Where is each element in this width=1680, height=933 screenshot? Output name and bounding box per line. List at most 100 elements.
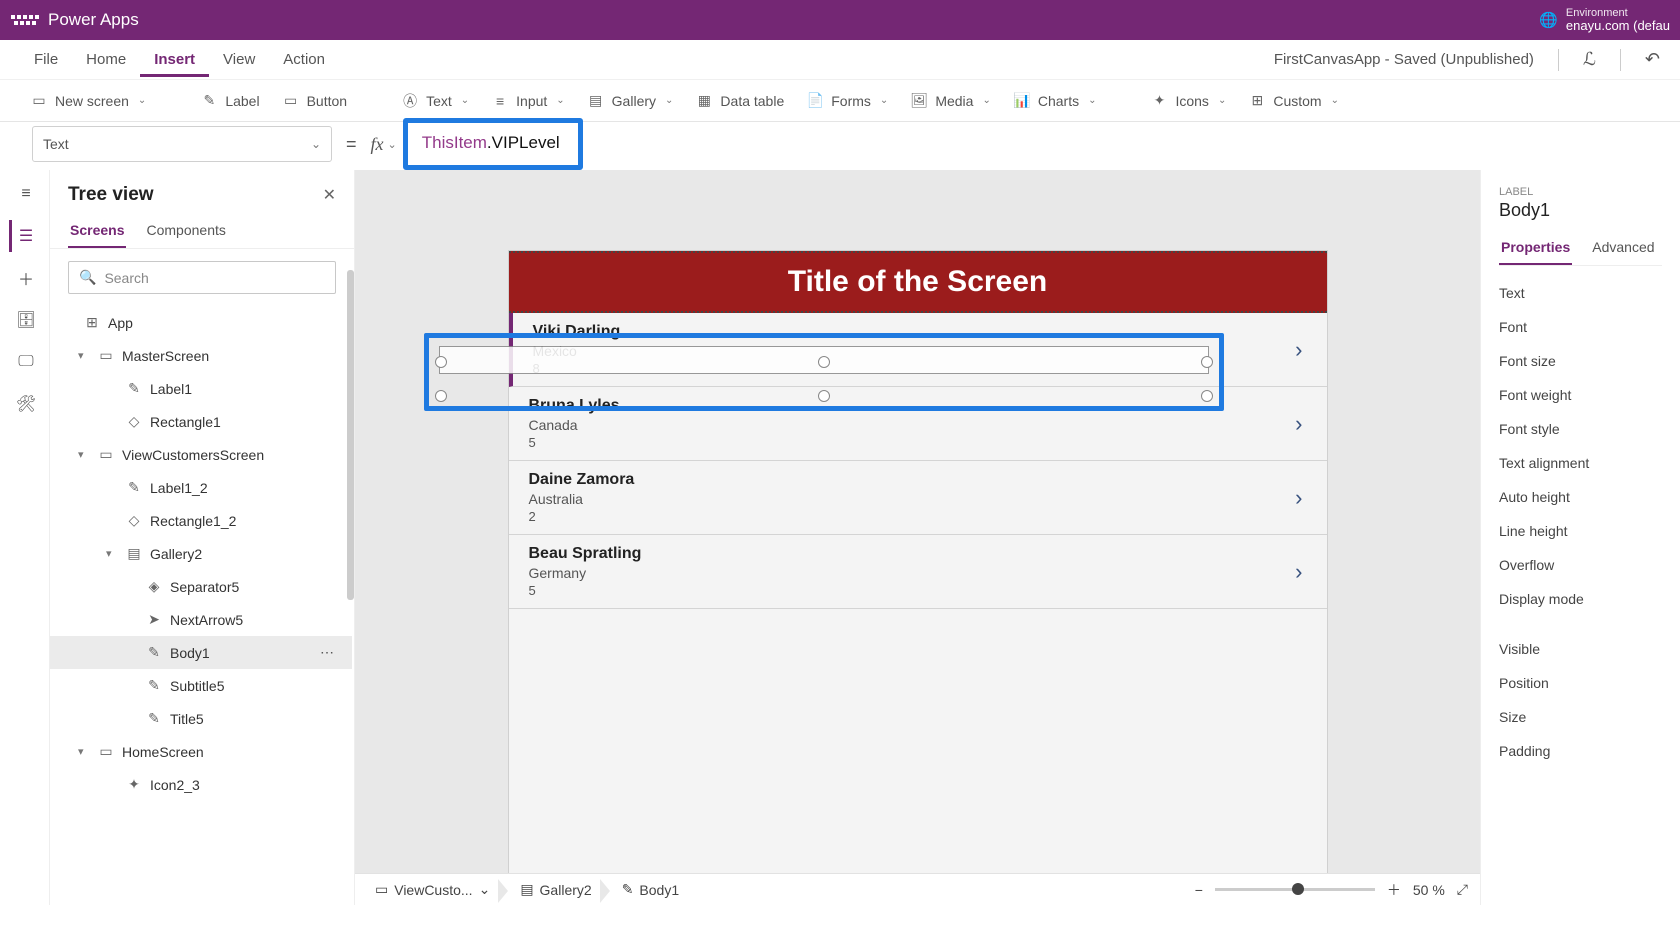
search-input[interactable]: 🔍 Search <box>68 261 336 294</box>
next-arrow-icon[interactable]: › <box>1295 337 1302 363</box>
ribbon-button[interactable]: ▭Button <box>276 89 353 113</box>
tree-node-body1[interactable]: ✎Body1⋯ <box>50 636 352 669</box>
more-icon[interactable]: ⋯ <box>320 644 334 661</box>
prop-visible[interactable]: Visible <box>1499 632 1662 666</box>
tree-node-app[interactable]: ⊞App <box>50 306 352 339</box>
ribbon-label[interactable]: ✎Label <box>194 89 265 113</box>
tree-tab-screens[interactable]: Screens <box>68 214 126 248</box>
input-icon: ≡ <box>491 93 509 109</box>
menubar: FileHomeInsertViewAction FirstCanvasApp … <box>0 40 1680 80</box>
tree-node-subtitle5[interactable]: ✎Subtitle5 <box>50 669 352 702</box>
tree-node-title5[interactable]: ✎Title5 <box>50 702 352 735</box>
chevron-down-icon: ⌄ <box>1088 95 1096 106</box>
environment-icon[interactable]: 🌐 <box>1539 11 1558 29</box>
prop-overflow[interactable]: Overflow <box>1499 548 1662 582</box>
gallery-row[interactable]: Beau SpratlingGermany5› <box>509 535 1327 609</box>
prop-text[interactable]: Text <box>1499 276 1662 310</box>
crumb-body1[interactable]: ✎Body1 <box>614 877 687 902</box>
screen-icon: ▭ <box>97 446 115 463</box>
next-arrow-icon[interactable]: › <box>1295 485 1302 511</box>
tree-node-rectangle1[interactable]: ◇Rectangle1 <box>50 405 352 438</box>
ribbon-icons[interactable]: ✦Icons⌄ <box>1144 89 1232 113</box>
ribbon-input[interactable]: ≡Input⌄ <box>485 89 571 113</box>
selection-highlight <box>424 333 1224 411</box>
rect-icon: ◇ <box>125 512 143 529</box>
formula-highlight: ThisItem.VIPLevel <box>403 118 583 170</box>
expand-icon[interactable]: ⤢ <box>1457 881 1468 898</box>
left-rail: ≡ ☰ ＋ 🗄 🖵 🛠 <box>0 170 50 905</box>
menu-home[interactable]: Home <box>72 42 140 77</box>
app-checker-icon[interactable]: ℒ <box>1583 49 1596 70</box>
data-table-icon: ▦ <box>695 93 713 109</box>
rail-media-icon[interactable]: 🖵 <box>9 346 41 378</box>
menu-insert[interactable]: Insert <box>140 42 209 77</box>
tree-node-nextarrow5[interactable]: ➤NextArrow5 <box>50 603 352 636</box>
crumb-viewcusto[interactable]: ▭ViewCusto... ⌄ <box>367 877 498 902</box>
rail-tree-icon[interactable]: ☰ <box>9 220 41 252</box>
ribbon-text[interactable]: ⒶText⌄ <box>395 89 475 113</box>
iconset-icon: ✦ <box>125 776 143 793</box>
prop-display-mode[interactable]: Display mode <box>1499 582 1662 616</box>
label-icon: ✎ <box>145 710 163 727</box>
ribbon-custom[interactable]: ⊞Custom⌄ <box>1242 89 1345 113</box>
ribbon-data-table[interactable]: ▦Data table <box>689 89 790 113</box>
ribbon-new-screen[interactable]: ▭New screen⌄ <box>24 89 152 113</box>
props-tab-advanced[interactable]: Advanced <box>1590 231 1656 265</box>
ribbon-charts[interactable]: 📊Charts⌄ <box>1007 89 1103 113</box>
tree-tab-components[interactable]: Components <box>144 214 227 248</box>
undo-icon[interactable]: ↶ <box>1645 49 1660 70</box>
tree-node-label1_2[interactable]: ✎Label1_2 <box>50 471 352 504</box>
props-name: Body1 <box>1499 200 1662 221</box>
close-icon[interactable]: ✕ <box>323 185 336 205</box>
prop-size[interactable]: Size <box>1499 700 1662 734</box>
tree-node-homescreen[interactable]: ▾▭HomeScreen <box>50 735 352 768</box>
property-selector[interactable]: Text ⌄ <box>32 126 332 162</box>
gallery-icon: ▤ <box>587 93 605 109</box>
prop-font-weight[interactable]: Font weight <box>1499 378 1662 412</box>
zoom-out-button[interactable]: − <box>1195 882 1203 898</box>
ribbon-gallery[interactable]: ▤Gallery⌄ <box>581 89 680 113</box>
ribbon-media[interactable]: 🖼Media⌄ <box>904 89 997 113</box>
zoom-slider[interactable] <box>1215 888 1375 891</box>
next-arrow-icon[interactable]: › <box>1295 411 1302 437</box>
next-arrow-icon[interactable]: › <box>1295 559 1302 585</box>
tree-title: Tree view <box>68 184 154 206</box>
props-tab-properties[interactable]: Properties <box>1499 231 1572 265</box>
prop-font[interactable]: Font <box>1499 310 1662 344</box>
prop-font-size[interactable]: Font size <box>1499 344 1662 378</box>
menu-action[interactable]: Action <box>269 42 339 77</box>
prop-padding[interactable]: Padding <box>1499 734 1662 768</box>
zoom-in-button[interactable]: ＋ <box>1387 880 1401 900</box>
prop-line-height[interactable]: Line height <box>1499 514 1662 548</box>
app-launcher-icon[interactable] <box>10 5 40 35</box>
new-screen-icon: ▭ <box>30 93 48 109</box>
prop-position[interactable]: Position <box>1499 666 1662 700</box>
arrow-icon: ➤ <box>145 611 163 628</box>
rail-data-icon[interactable]: 🗄 <box>9 304 41 336</box>
crumb-gallery2[interactable]: ▤Gallery2 <box>512 877 599 902</box>
tree-node-icon2_3[interactable]: ✦Icon2_3 <box>50 768 352 801</box>
rail-hamburger-icon[interactable]: ≡ <box>9 178 41 210</box>
gallery-row[interactable]: Daine ZamoraAustralia2› <box>509 461 1327 535</box>
menu-view[interactable]: View <box>209 42 269 77</box>
tree-node-label1[interactable]: ✎Label1 <box>50 372 352 405</box>
rail-tools-icon[interactable]: 🛠 <box>9 388 41 420</box>
prop-font-style[interactable]: Font style <box>1499 412 1662 446</box>
rail-add-icon[interactable]: ＋ <box>9 262 41 294</box>
tree-node-rectangle1_2[interactable]: ◇Rectangle1_2 <box>50 504 352 537</box>
chevron-down-icon[interactable]: ⌄ <box>388 138 397 151</box>
prop-auto-height[interactable]: Auto height <box>1499 480 1662 514</box>
tree-node-viewcustomersscreen[interactable]: ▾▭ViewCustomersScreen <box>50 438 352 471</box>
ribbon-forms[interactable]: 📄Forms⌄ <box>800 89 894 113</box>
label-icon: ✎ <box>145 644 163 661</box>
chevron-down-icon: ⌄ <box>665 95 673 106</box>
screen-title[interactable]: Title of the Screen <box>509 251 1327 313</box>
scroll-thumb[interactable] <box>347 270 354 600</box>
prop-text-alignment[interactable]: Text alignment <box>1499 446 1662 480</box>
formula-input[interactable]: ThisItem.VIPLevel <box>408 123 578 165</box>
tree-node-masterscreen[interactable]: ▾▭MasterScreen <box>50 339 352 372</box>
tree-node-gallery2[interactable]: ▾▤Gallery2 <box>50 537 352 570</box>
menu-file[interactable]: File <box>20 42 72 77</box>
canvas-area[interactable]: Title of the Screen Viki DarlingMexico8›… <box>355 170 1480 905</box>
tree-node-separator5[interactable]: ◈Separator5 <box>50 570 352 603</box>
